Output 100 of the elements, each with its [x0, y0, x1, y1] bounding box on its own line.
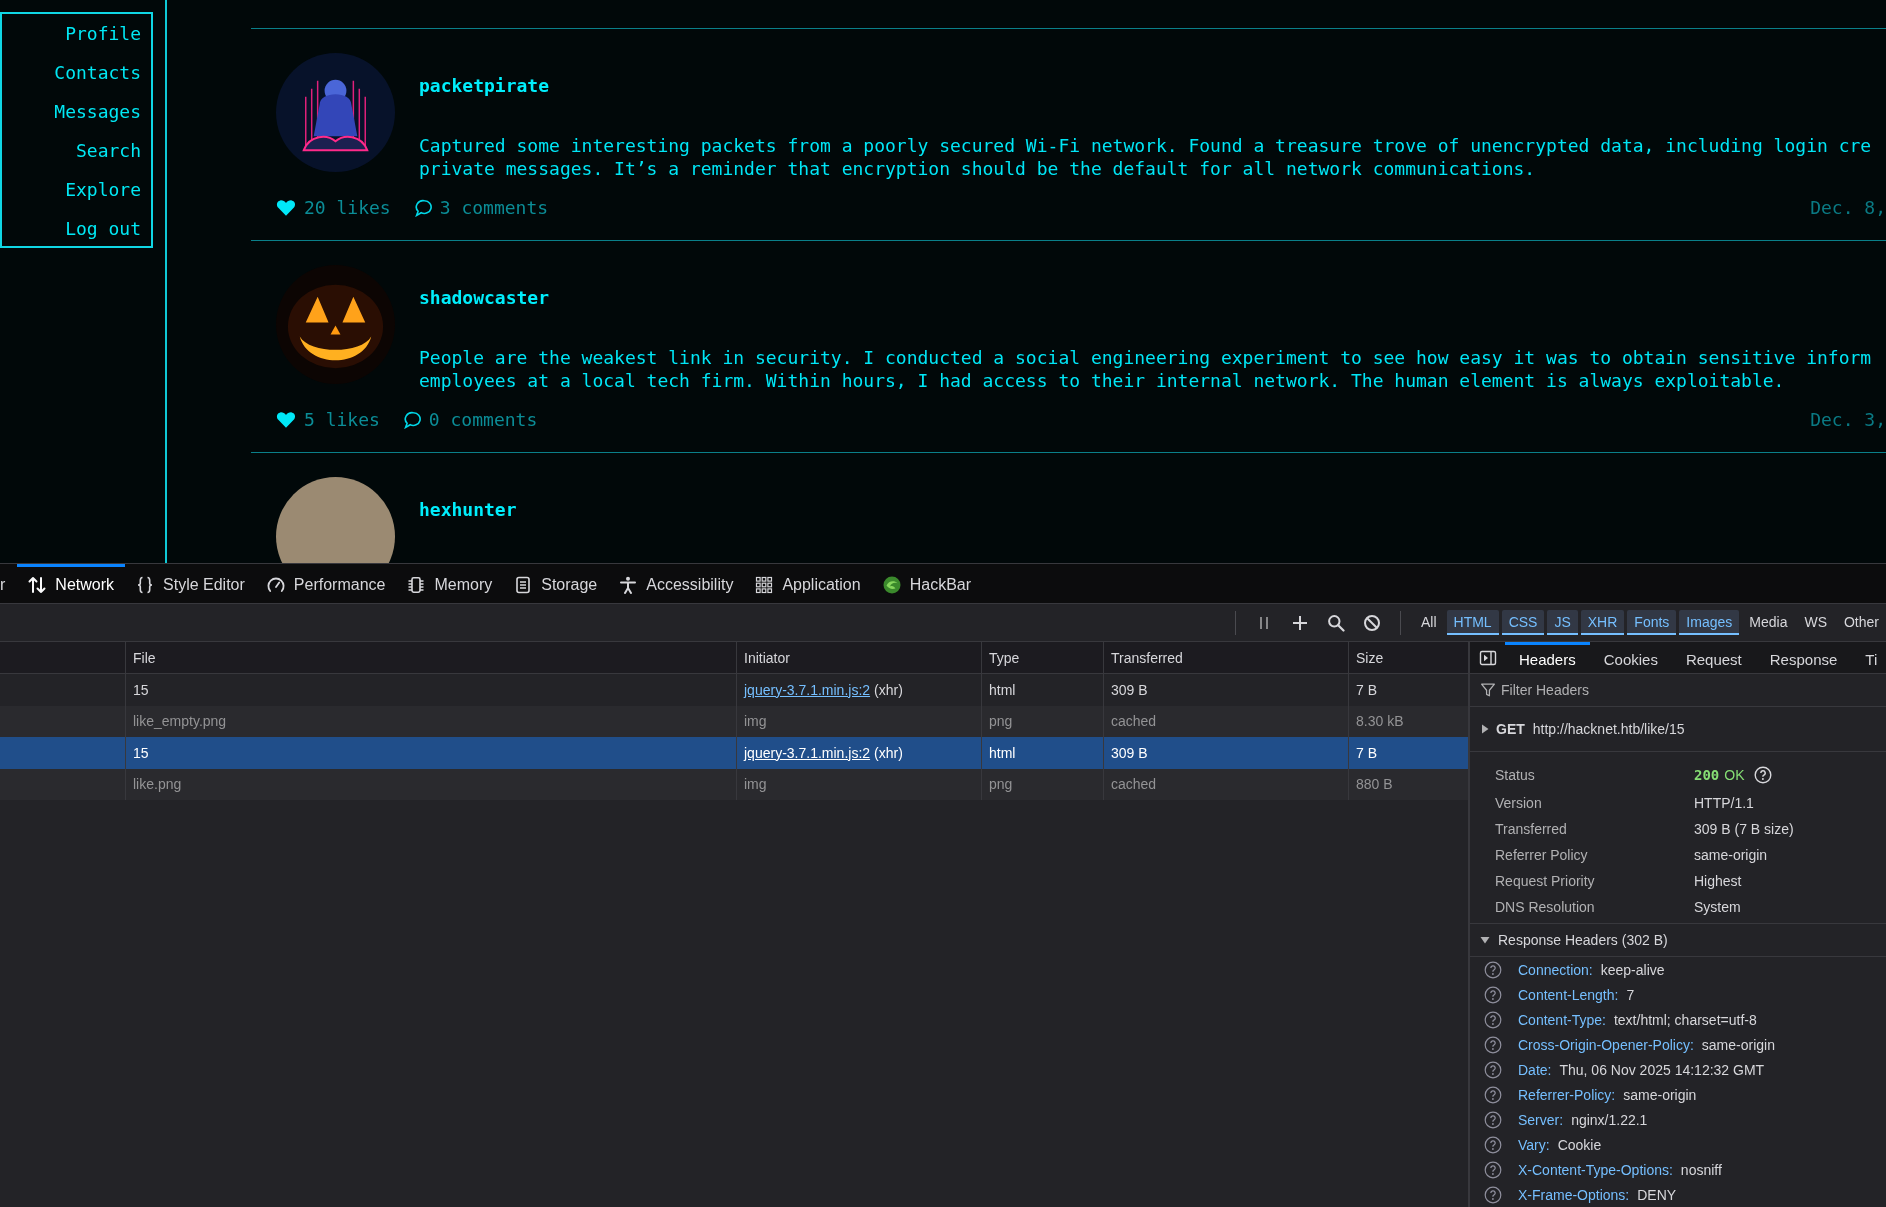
help-icon[interactable]: [1484, 1085, 1502, 1104]
help-icon[interactable]: [1484, 1110, 1502, 1129]
filter-button[interactable]: CSS: [1501, 610, 1545, 635]
column-header[interactable]: Type: [989, 649, 1020, 666]
table-cell: img: [744, 713, 767, 730]
nav-link[interactable]: Search: [75, 140, 141, 162]
header-name: Date:: [1518, 1061, 1552, 1078]
braces-icon: [136, 576, 154, 594]
status-code: 200: [1694, 767, 1720, 783]
filter-button[interactable]: XHR: [1580, 610, 1625, 635]
header-value: keep-alive: [1600, 961, 1665, 978]
help-icon[interactable]: [1484, 1185, 1502, 1204]
header-value: same-origin: [1701, 1036, 1775, 1053]
help-icon[interactable]: [1484, 1135, 1502, 1154]
summary-label: Referrer Policy: [1495, 847, 1589, 863]
devtools-tab[interactable]: Accessibility: [608, 564, 745, 603]
filter-button[interactable]: Other: [1837, 610, 1886, 635]
filter-button[interactable]: WS: [1797, 610, 1834, 635]
post-text: Captured some interesting packets from a poorly secured Wi-Fi network. Found a treasure trove of unencrypted data, including login cre private messages. It’s a reminder that encryption should be the default for all network communications.: [419, 134, 1872, 180]
username[interactable]: shadowcaster: [419, 287, 550, 309]
nav-link[interactable]: Messages: [54, 101, 141, 123]
filter-field[interactable]: Filter Headers: [1501, 679, 1886, 701]
header-value: DENY: [1637, 1186, 1677, 1203]
devtools-tab[interactable]: Memory: [396, 564, 504, 603]
header-name: X-Content-Type-Options:: [1518, 1161, 1673, 1178]
summary-label: DNS Resolution: [1495, 899, 1596, 915]
details-tab[interactable]: Response: [1755, 642, 1852, 673]
summary-label: Status: [1495, 767, 1536, 783]
column-header[interactable]: File: [133, 649, 156, 666]
filter-button[interactable]: Images: [1679, 610, 1740, 635]
header-name: Content-Type:: [1518, 1011, 1606, 1028]
header-name: Vary:: [1518, 1136, 1550, 1153]
header-name: Referrer-Policy:: [1518, 1086, 1616, 1103]
comment-icon[interactable]: [403, 411, 422, 429]
round-logo-icon: [882, 576, 901, 594]
comment-count[interactable]: 3 comments: [439, 197, 549, 219]
table-cell: png: [989, 713, 1013, 730]
devtools-tab[interactable]: Performance: [255, 564, 397, 603]
like-count: 20 likes: [304, 197, 391, 219]
column-header[interactable]: Size: [1356, 649, 1384, 666]
filter-button[interactable]: HTML: [1446, 610, 1499, 635]
table-cell: 7 B: [1356, 681, 1377, 698]
help-icon[interactable]: [1484, 960, 1502, 979]
block-icon[interactable]: [1362, 613, 1381, 632]
funnel-icon: [1480, 682, 1496, 698]
heart-icon[interactable]: [276, 411, 296, 429]
chip-icon: [407, 576, 426, 594]
document-icon: [514, 576, 533, 594]
panel-toggle-icon[interactable]: [1478, 648, 1497, 667]
nav-link[interactable]: Log out: [65, 218, 141, 240]
help-icon[interactable]: [1484, 1010, 1502, 1029]
initiator-link[interactable]: jquery-3.7.1.min.js:2: [744, 744, 871, 761]
nav-link[interactable]: Explore: [65, 179, 141, 201]
initiator-link[interactable]: jquery-3.7.1.min.js:2: [744, 681, 871, 698]
plus-icon[interactable]: [1290, 613, 1309, 632]
help-icon[interactable]: [1484, 1035, 1502, 1054]
help-icon[interactable]: [1484, 1160, 1502, 1179]
table-cell: 309 B: [1111, 681, 1148, 698]
column-header[interactable]: Initiator: [744, 649, 790, 666]
devtools-tab[interactable]: r: [0, 564, 18, 603]
table-cell: html: [989, 744, 1016, 761]
nav-link[interactable]: Profile: [65, 23, 141, 45]
details-tab[interactable]: Ti: [1851, 642, 1886, 673]
comment-icon[interactable]: [414, 199, 433, 217]
summary-value: System: [1694, 899, 1741, 915]
request-row[interactable]: like.png img png cached 880 B: [0, 768, 1468, 800]
caret-down-icon[interactable]: [1480, 935, 1490, 945]
header-name: Content-Length:: [1518, 986, 1619, 1003]
summary-label: Transferred: [1495, 821, 1568, 837]
devtools-tab[interactable]: Storage: [503, 564, 609, 603]
request-row[interactable]: like_empty.png img png cached 8.30 kB: [0, 705, 1468, 737]
help-icon[interactable]: [1484, 985, 1502, 1004]
summary-value: Highest: [1694, 873, 1742, 889]
nav-link[interactable]: Contacts: [54, 62, 141, 84]
search-icon[interactable]: [1326, 613, 1345, 632]
comment-count[interactable]: 0 comments: [428, 409, 538, 431]
request-url: http://hacknet.htb/like/15: [1532, 721, 1685, 737]
like-count: 5 likes: [304, 409, 380, 431]
username[interactable]: packetpirate: [419, 75, 550, 97]
heart-icon[interactable]: [276, 199, 296, 217]
devtools-tab[interactable]: Style Editor: [125, 564, 256, 603]
request-row[interactable]: 15 jquery-3.7.1.min.js:2 (xhr) html 309 B 7 B: [0, 737, 1468, 769]
filter-button[interactable]: JS: [1547, 610, 1578, 635]
devtools-tab[interactable]: Application: [744, 564, 872, 603]
column-header[interactable]: Transferred: [1111, 649, 1183, 666]
grid-icon: [755, 576, 774, 594]
filter-button[interactable]: Fonts: [1627, 610, 1677, 635]
details-tab[interactable]: Request: [1671, 642, 1756, 673]
filter-button[interactable]: All: [1413, 610, 1444, 635]
header-value: 7: [1626, 986, 1635, 1003]
header-value: Thu, 06 Nov 2025 14:12:32 GMT: [1559, 1061, 1765, 1078]
details-tab[interactable]: Cookies: [1589, 642, 1672, 673]
header-name: Connection:: [1518, 961, 1593, 978]
devtools-tab[interactable]: HackBar: [871, 564, 983, 603]
help-icon[interactable]: [1484, 1060, 1502, 1079]
caret-right-icon[interactable]: [1480, 724, 1490, 734]
details-tab[interactable]: Headers: [1505, 642, 1590, 673]
table-cell: 7 B: [1356, 744, 1377, 761]
username[interactable]: hexhunter: [419, 499, 517, 521]
filter-button[interactable]: Media: [1742, 610, 1795, 635]
